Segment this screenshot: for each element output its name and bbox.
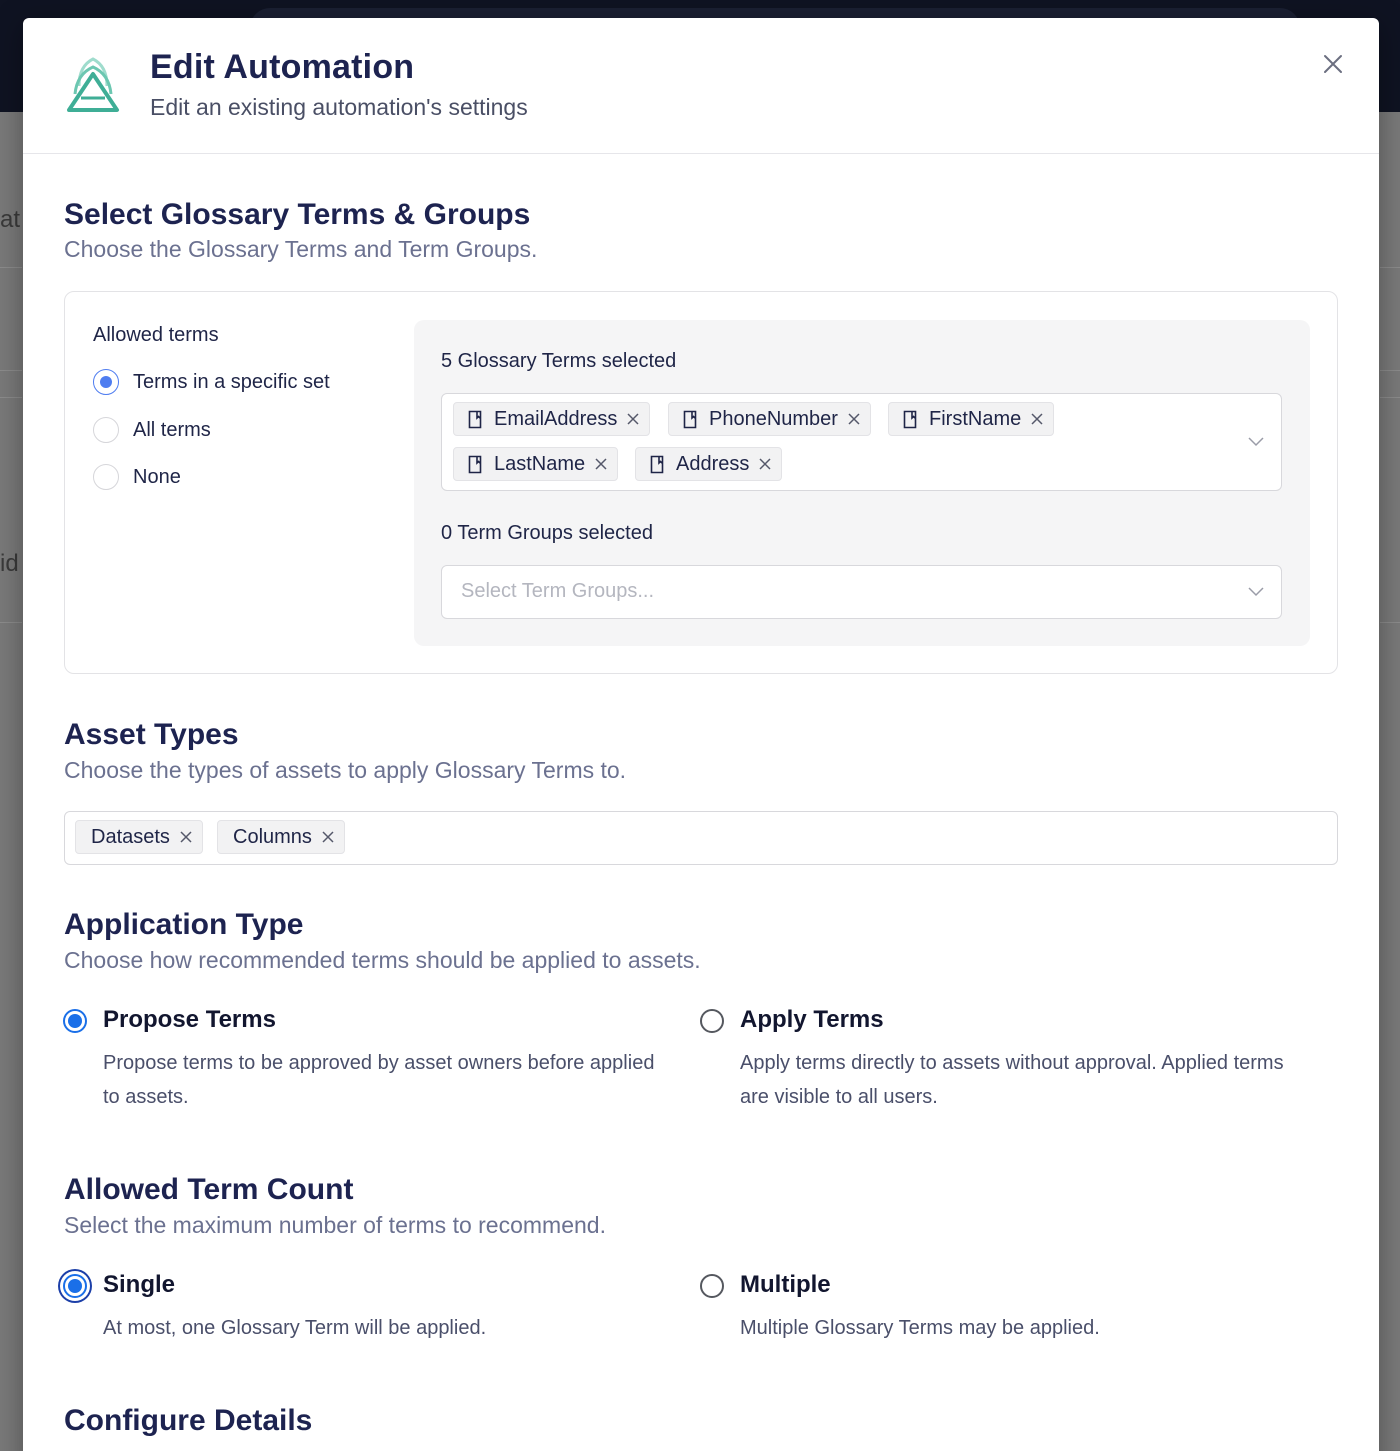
radio-button[interactable]	[93, 464, 119, 490]
asset-types-select[interactable]: Datasets Columns	[64, 811, 1338, 865]
radio-none[interactable]: None	[93, 463, 181, 491]
term-count-description: Select the maximum number of terms to re…	[64, 1212, 606, 1238]
multiple-title: Multiple	[740, 1271, 831, 1298]
term-count-title: Allowed Term Count	[64, 1173, 354, 1206]
term-tag: PhoneNumber	[668, 402, 871, 436]
multiple-description: Multiple Glossary Terms may be applied.	[740, 1317, 1100, 1339]
radio-apply-terms[interactable]	[700, 1009, 724, 1033]
radio-propose-terms[interactable]	[63, 1009, 87, 1033]
asset-type-tag: Columns	[217, 820, 345, 854]
glossary-terms-select[interactable]: EmailAddress PhoneNumber FirstName LastN…	[441, 393, 1282, 491]
single-description: At most, one Glossary Term will be appli…	[103, 1317, 487, 1339]
radio-terms-specific-set[interactable]: Terms in a specific set	[93, 368, 330, 396]
term-tag: FirstName	[888, 402, 1055, 436]
chevron-down-icon[interactable]	[1248, 437, 1264, 447]
term-tag: Address	[635, 447, 783, 481]
application-type-title: Application Type	[64, 908, 304, 941]
modal-subtitle: Edit an existing automation's settings	[150, 94, 528, 120]
allowed-terms-label: Allowed terms	[93, 324, 219, 346]
book-icon	[468, 455, 482, 473]
triangle-layers-logo-icon	[67, 57, 119, 112]
glossary-card: Allowed terms Terms in a specific set Al…	[64, 291, 1338, 674]
background-divider	[0, 397, 22, 398]
background-divider	[0, 370, 22, 371]
radio-label: None	[133, 465, 181, 488]
background-divider	[0, 267, 22, 268]
radio-label: All terms	[133, 418, 211, 441]
asset-type-tag-label: Datasets	[91, 825, 170, 848]
background-text-fragment: at	[0, 206, 21, 233]
term-tag-label: PhoneNumber	[709, 407, 838, 430]
term-tag: EmailAddress	[453, 402, 651, 436]
configure-details-title: Configure Details	[64, 1404, 313, 1437]
background-divider	[1380, 267, 1400, 268]
radio-all-terms[interactable]: All terms	[93, 416, 211, 444]
glossary-section-title: Select Glossary Terms & Groups	[64, 198, 531, 231]
book-icon	[903, 410, 917, 428]
term-tag-label: FirstName	[929, 407, 1022, 430]
apply-terms-title: Apply Terms	[740, 1006, 884, 1033]
terms-selected-label: 5 Glossary Terms selected	[441, 350, 677, 372]
term-groups-select[interactable]: Select Term Groups...	[441, 565, 1282, 619]
remove-tag-icon[interactable]	[848, 413, 860, 425]
modal-title: Edit Automation	[150, 48, 415, 86]
term-tag-label: LastName	[494, 452, 586, 475]
asset-types-title: Asset Types	[64, 718, 239, 751]
groups-selected-label: 0 Term Groups selected	[441, 522, 653, 544]
application-type-description: Choose how recommended terms should be a…	[64, 947, 701, 973]
background-divider	[1380, 397, 1400, 398]
remove-tag-icon[interactable]	[627, 413, 639, 425]
remove-tag-icon[interactable]	[759, 458, 771, 470]
radio-multiple[interactable]	[700, 1274, 724, 1298]
remove-tag-icon[interactable]	[180, 831, 192, 843]
book-icon	[650, 455, 664, 473]
glossary-selection-panel: 5 Glossary Terms selected EmailAddress P…	[414, 320, 1310, 646]
term-tag: LastName	[453, 447, 619, 481]
apply-terms-description: Apply terms directly to assets without a…	[740, 1052, 1284, 1108]
term-groups-placeholder: Select Term Groups...	[461, 580, 655, 602]
radio-button[interactable]	[93, 417, 119, 443]
single-title: Single	[103, 1271, 176, 1298]
background-divider	[0, 622, 22, 623]
modal-header: Edit Automation Edit an existing automat…	[23, 18, 1379, 154]
term-tag-label: Address	[676, 452, 750, 475]
asset-types-description: Choose the types of assets to apply Glos…	[64, 757, 627, 783]
remove-tag-icon[interactable]	[595, 458, 607, 470]
glossary-section-description: Choose the Glossary Terms and Term Group…	[64, 236, 538, 262]
background-divider	[1380, 622, 1400, 623]
radio-button[interactable]	[93, 369, 119, 395]
propose-terms-title: Propose Terms	[103, 1006, 276, 1033]
term-tag-label: EmailAddress	[494, 407, 618, 430]
background-divider	[1380, 370, 1400, 371]
remove-tag-icon[interactable]	[1031, 413, 1043, 425]
close-icon[interactable]	[1319, 50, 1347, 78]
radio-label: Terms in a specific set	[133, 370, 330, 393]
background-text-fragment: id	[0, 550, 19, 577]
book-icon	[683, 410, 697, 428]
chevron-down-icon[interactable]	[1248, 587, 1264, 597]
radio-single[interactable]	[63, 1274, 87, 1298]
asset-type-tag-label: Columns	[233, 825, 312, 848]
edit-automation-modal: Edit Automation Edit an existing automat…	[23, 18, 1379, 1451]
book-icon	[468, 410, 482, 428]
asset-type-tag: Datasets	[75, 820, 203, 854]
propose-terms-description: Propose terms to be approved by asset ow…	[103, 1052, 655, 1108]
remove-tag-icon[interactable]	[322, 831, 334, 843]
